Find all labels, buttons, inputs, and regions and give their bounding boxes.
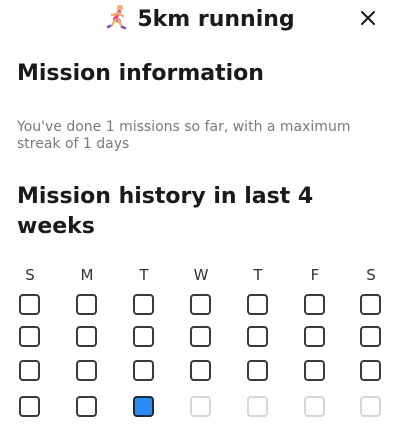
day-cell-empty: [19, 396, 40, 417]
day-cell-empty: [247, 326, 268, 347]
day-cell-empty: [76, 294, 97, 315]
day-header: T: [139, 266, 149, 284]
day-cell-future: [247, 396, 268, 417]
day-cell-empty: [133, 326, 154, 347]
day-cell-empty: [76, 360, 97, 381]
close-icon[interactable]: [356, 6, 380, 30]
day-cell-empty: [190, 360, 211, 381]
day-cell-empty: [360, 360, 381, 381]
day-cell-empty: [190, 294, 211, 315]
mission-info-heading: Mission information: [17, 61, 264, 86]
close-button[interactable]: [356, 6, 380, 30]
day-cell-empty: [190, 326, 211, 347]
day-cell-done: [133, 396, 154, 417]
day-cell-empty: [133, 360, 154, 381]
day-cell-empty: [360, 326, 381, 347]
runner-icon: [105, 4, 129, 30]
day-cell-future: [190, 396, 211, 417]
day-header: W: [193, 266, 209, 284]
day-header: S: [366, 266, 376, 284]
day-cell-empty: [76, 326, 97, 347]
day-cell-empty: [19, 360, 40, 381]
day-cell-future: [360, 396, 381, 417]
day-cell-empty: [19, 326, 40, 347]
day-header: S: [25, 266, 35, 284]
day-cell-empty: [360, 294, 381, 315]
day-cell-empty: [247, 360, 268, 381]
title: 5km running: [0, 4, 400, 34]
day-cell-empty: [304, 294, 325, 315]
day-cell-empty: [304, 360, 325, 381]
header: 5km running: [0, 0, 400, 36]
day-header: T: [253, 266, 263, 284]
day-cell-empty: [247, 294, 268, 315]
day-cell-empty: [304, 326, 325, 347]
day-header: F: [310, 266, 320, 284]
day-cell-empty: [76, 396, 97, 417]
mission-history-heading: Mission history in last 4 weeks: [17, 184, 314, 239]
title-text: 5km running: [137, 7, 295, 32]
mission-summary: You've done 1 missions so far, with a ma…: [17, 119, 351, 152]
day-header: M: [80, 266, 94, 284]
day-cell-empty: [19, 294, 40, 315]
day-cell-empty: [133, 294, 154, 315]
day-cell-future: [304, 396, 325, 417]
